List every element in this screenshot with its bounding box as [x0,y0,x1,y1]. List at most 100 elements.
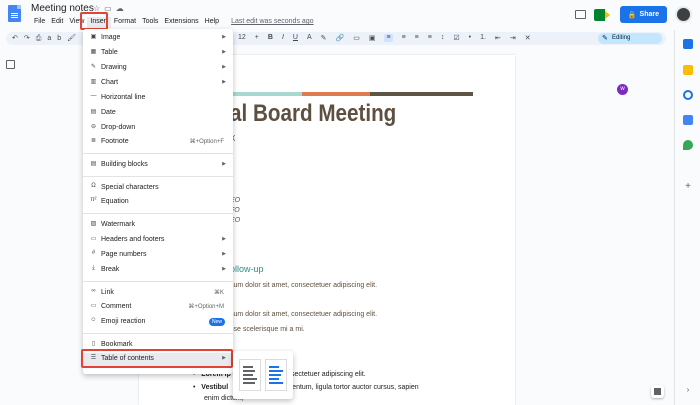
menu-edit[interactable]: Edit [48,17,66,28]
menu-item-chart[interactable]: ▥ Chart ▶ [83,77,233,90]
menu-item-headers-footers[interactable]: ▭ Headers and footers ▶ [83,234,233,247]
meet-icon[interactable] [593,8,612,21]
line-spacing-icon[interactable]: ↕ [441,34,445,42]
menu-item-building-blocks[interactable]: ▤ Building blocks ▶ [83,159,233,172]
highlight-icon[interactable]: ✎ [321,34,327,42]
align-center-icon[interactable]: ≡ [402,34,406,42]
menu-item-label: Image [101,34,121,41]
lock-icon: 🔒 [627,11,637,19]
increase-font-icon[interactable]: + [255,34,259,42]
shortcut-label: ⌘K [213,290,224,296]
chevron-right-icon: ▶ [222,251,226,257]
contacts-icon[interactable] [683,115,693,125]
maps-icon[interactable] [683,140,693,150]
comment-icon: ▭ [90,303,97,309]
font-size-value[interactable]: 12 [238,34,246,42]
menu-item-date[interactable]: ▤ Date [83,107,233,120]
extension-badge-icon[interactable]: w [617,84,628,95]
menu-item-label: Emoji reaction [101,318,146,325]
chevron-right-icon: ▶ [222,161,226,167]
redo-icon[interactable]: ↷ [24,35,36,42]
menu-item-emoji-reaction[interactable]: ☺ Emoji reaction New [83,316,233,329]
page-numbers-icon: # [91,250,96,256]
clear-format-icon[interactable]: ✕ [525,34,531,42]
menu-item-link[interactable]: ∞ Link ⌘K [83,287,233,300]
bookmark-icon: ▯ [91,341,96,347]
spellcheck-icon[interactable]: ab [47,35,67,42]
menu-tools[interactable]: Tools [139,17,161,28]
menu-item-horizontal-line[interactable]: — Horizontal line [83,92,233,105]
menu-extensions[interactable]: Extensions [161,17,201,28]
avatar[interactable] [675,6,692,23]
toc-plain-text-option[interactable] [239,359,261,391]
menu-format[interactable]: Format [111,17,139,28]
menu-item-drop-down[interactable]: ⊖ Drop-down [83,122,233,135]
paint-format-icon[interactable]: 🖌 [67,35,82,42]
undo-icon[interactable]: ↶ [12,35,24,42]
menu-file[interactable]: File [31,17,48,28]
share-label: Share [639,11,659,18]
italic-icon[interactable]: I [282,34,284,42]
menu-item-label: Building blocks [101,161,148,168]
equation-icon: π² [90,197,97,203]
comment-history-icon[interactable] [574,10,586,19]
align-left-icon[interactable]: ≡ [384,34,393,42]
drawing-icon: ✎ [90,64,97,70]
align-justify-icon[interactable]: ≡ [428,34,432,42]
editing-mode-dropdown[interactable]: Editing [598,33,662,44]
keep-icon[interactable] [683,65,693,75]
bulleted-list-icon[interactable]: • [469,34,471,42]
menu-item-label: Drawing [101,64,127,71]
underline-icon[interactable]: U [293,34,298,42]
chevron-right-icon[interactable]: › [683,385,693,395]
menu-item-comment[interactable]: ▭ Comment ⌘+Option+M [83,301,233,314]
image-icon[interactable]: ▣ [369,34,376,42]
building-blocks-icon: ▤ [90,161,97,167]
footnote-icon: ≣ [90,138,97,144]
menu-item-special-characters[interactable]: Ω Special characters [83,182,233,195]
menu-item-page-numbers[interactable]: # Page numbers ▶ [83,249,233,262]
menu-item-drawing[interactable]: ✎ Drawing ▶ [83,62,233,75]
emoji-icon: ☺ [90,317,97,323]
checklist-icon[interactable]: ☑ [453,34,459,42]
share-button[interactable]: 🔒 Share [619,6,667,23]
align-right-icon[interactable]: ≡ [415,34,419,42]
side-panel: + › [674,30,700,405]
tasks-icon[interactable] [683,90,693,100]
menu-help[interactable]: Help [202,17,222,28]
menu-item-label: Date [101,109,116,116]
calendar-icon[interactable] [683,39,693,49]
bold-icon[interactable]: B [268,34,273,42]
menu-item-equation[interactable]: π² Equation [83,196,233,209]
cloud-status-icon[interactable]: ☁ [116,4,128,13]
menu-item-footnote[interactable]: ≣ Footnote ⌘+Option+F [83,136,233,149]
menu-divider [83,213,233,214]
menu-item-label: Headers and footers [101,236,165,243]
indent-icon[interactable]: ⇤ [495,34,501,42]
menu-item-break[interactable]: ⤓ Break ▶ [83,264,233,277]
bullet-item: • Vestibul is elementum, ligula tortor au… [193,384,419,391]
menu-bar: File Edit View Insert Format Tools Exten… [31,17,317,28]
print-icon[interactable]: ⎙ [36,35,48,42]
menu-item-label: Chart [101,79,119,86]
menu-item-image[interactable]: ▣ Image ▶ [83,32,233,45]
outdent-icon[interactable]: ⇥ [510,34,516,42]
menu-item-label: Horizontal line [101,94,146,101]
docs-logo-icon[interactable] [8,5,21,22]
last-edit-link[interactable]: Last edit was seconds ago [228,17,317,28]
text-color-icon[interactable]: A [307,34,312,42]
chevron-right-icon: ▶ [222,236,226,242]
add-addon-icon[interactable]: + [683,182,693,192]
menu-item-table[interactable]: ▦ Table ▶ [83,47,233,60]
omega-icon: Ω [91,183,96,189]
menu-item-label: Page numbers [101,251,147,258]
comment-icon[interactable]: ▭ [353,34,360,42]
document-outline-icon[interactable] [6,60,15,69]
toc-blue-links-option[interactable] [265,359,287,391]
chart-icon: ▥ [90,79,97,85]
menu-item-watermark[interactable]: ▨ Watermark [83,219,233,232]
numbered-list-icon[interactable]: 1. [480,34,486,42]
explore-button[interactable] [651,385,664,398]
menu-item-label: Drop-down [101,124,136,131]
link-icon[interactable]: 🔗 [336,34,345,42]
